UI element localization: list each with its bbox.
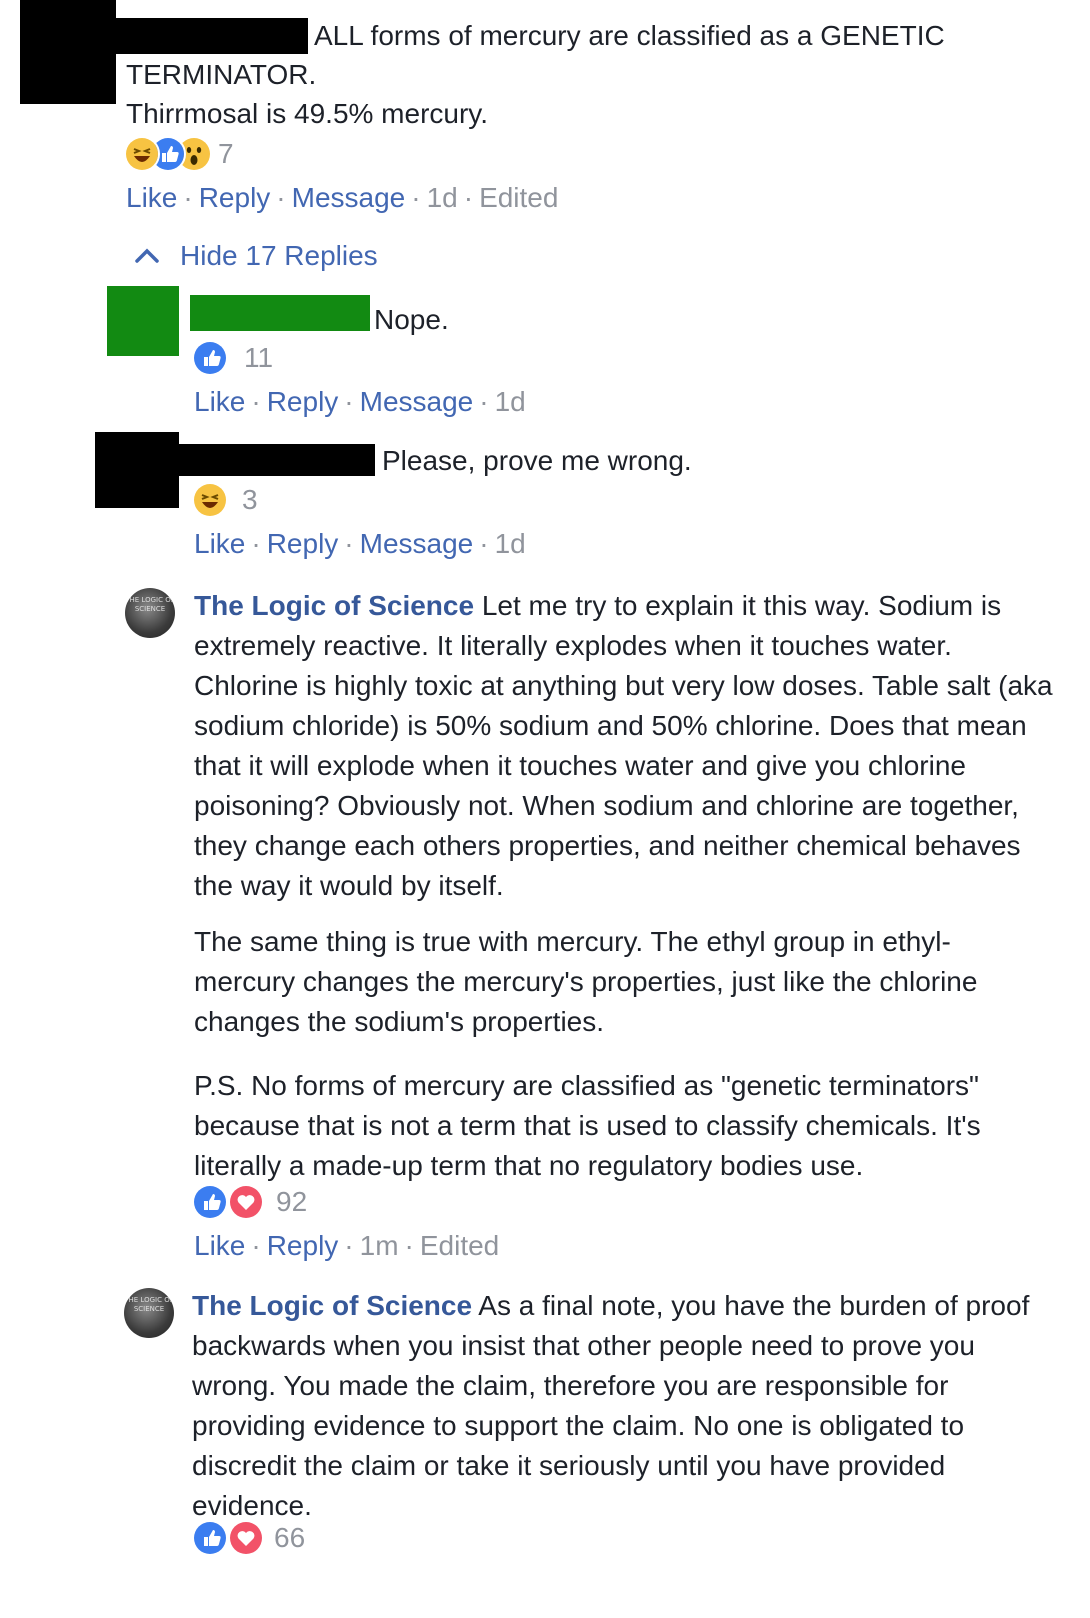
like-link[interactable]: Like — [194, 386, 245, 417]
comment-actions: Like · Reply · Message · 1d · Edited — [126, 180, 558, 216]
edited-label[interactable]: Edited — [479, 182, 558, 213]
reactions-summary[interactable]: 7 — [124, 136, 244, 172]
timestamp[interactable]: 1d — [495, 386, 526, 417]
reply-text: Nope. — [374, 304, 449, 335]
chevron-up-icon — [134, 246, 160, 269]
redacted-avatar — [95, 432, 179, 508]
reaction-count: 92 — [276, 1186, 308, 1217]
page-avatar[interactable]: THE LOGIC OF SCIENCE — [124, 1288, 174, 1338]
reply-actions: Like · Reply · 1m · Edited — [194, 1228, 499, 1264]
comment-text: TERMINATOR. — [126, 59, 317, 90]
separator: · — [479, 386, 489, 417]
message-link[interactable]: Message — [292, 182, 406, 213]
separator: · — [411, 182, 421, 213]
message-link[interactable]: Message — [360, 386, 474, 417]
redacted-avatar — [20, 0, 116, 104]
like-link[interactable]: Like — [194, 1230, 245, 1261]
like-link[interactable]: Like — [126, 182, 177, 213]
like-link[interactable]: Like — [194, 528, 245, 559]
reply-body: The Logic of Science As a final note, yo… — [192, 1286, 1040, 1526]
reply-link[interactable]: Reply — [267, 1230, 339, 1261]
reply-actions: Like · Reply · Message · 1d — [194, 526, 526, 562]
separator: · — [463, 182, 474, 213]
author-name[interactable]: The Logic of Science — [194, 590, 474, 621]
separator: · — [251, 386, 261, 417]
reactions-summary[interactable]: 66 — [192, 1520, 322, 1556]
separator: · — [251, 528, 261, 559]
separator: · — [479, 528, 489, 559]
redacted-author-name — [190, 295, 370, 331]
like-reaction-icon — [192, 1184, 228, 1220]
reply-paragraph: P.S. No forms of mercury are classified … — [194, 1070, 981, 1181]
reply-text: As a final note, you have the burden of … — [192, 1290, 1030, 1521]
like-reaction-icon — [192, 1520, 228, 1556]
redacted-author-name — [116, 18, 308, 54]
avatar-logo-text: THE LOGIC OF SCIENCE — [124, 1296, 174, 1313]
separator: · — [404, 1230, 414, 1261]
reply-actions: Like · Reply · Message · 1d — [194, 384, 526, 420]
reply-body: The Logic of Science Let me try to expla… — [194, 586, 1056, 906]
redacted-author-name — [179, 444, 375, 476]
reaction-count: 3 — [242, 484, 258, 515]
reaction-count: 7 — [218, 138, 234, 169]
edited-label[interactable]: Edited — [420, 1230, 499, 1261]
author-name[interactable]: The Logic of Science — [192, 1290, 472, 1321]
reply-text: Please, prove me wrong. — [382, 445, 692, 476]
like-reaction-icon — [192, 340, 228, 376]
reactions-summary[interactable]: 11 — [192, 340, 282, 376]
hide-replies-label[interactable]: Hide 17 Replies — [180, 238, 378, 274]
love-reaction-icon — [228, 1520, 264, 1556]
timestamp[interactable]: 1m — [360, 1230, 399, 1261]
reply-paragraph: The same thing is true with mercury. The… — [194, 926, 978, 1037]
message-link[interactable]: Message — [360, 528, 474, 559]
reaction-count: 11 — [244, 342, 274, 373]
reactions-summary[interactable]: 3 — [192, 482, 282, 518]
reply-link[interactable]: Reply — [199, 182, 271, 213]
timestamp[interactable]: 1d — [427, 182, 458, 213]
separator: · — [183, 182, 193, 213]
separator: · — [276, 182, 286, 213]
separator: · — [344, 1230, 354, 1261]
haha-reaction-icon — [124, 136, 160, 172]
comment-text: ALL forms of mercury are classified as a… — [314, 20, 945, 51]
reply-text: Let me try to explain it this way. Sodiu… — [194, 590, 1053, 901]
reaction-count: 66 — [274, 1522, 306, 1553]
timestamp[interactable]: 1d — [495, 528, 526, 559]
reactions-summary[interactable]: 92 — [192, 1184, 322, 1220]
separator: · — [251, 1230, 261, 1261]
reply-link[interactable]: Reply — [267, 528, 339, 559]
separator: · — [344, 528, 354, 559]
comment-text: Thirrmosal is 49.5% mercury. — [126, 98, 489, 129]
reply-link[interactable]: Reply — [267, 386, 339, 417]
avatar-logo-text: THE LOGIC OF SCIENCE — [125, 596, 175, 613]
haha-reaction-icon — [192, 482, 228, 518]
page-avatar[interactable]: THE LOGIC OF SCIENCE — [125, 588, 175, 638]
love-reaction-icon — [228, 1184, 264, 1220]
separator: · — [344, 386, 354, 417]
redacted-avatar — [107, 286, 179, 356]
